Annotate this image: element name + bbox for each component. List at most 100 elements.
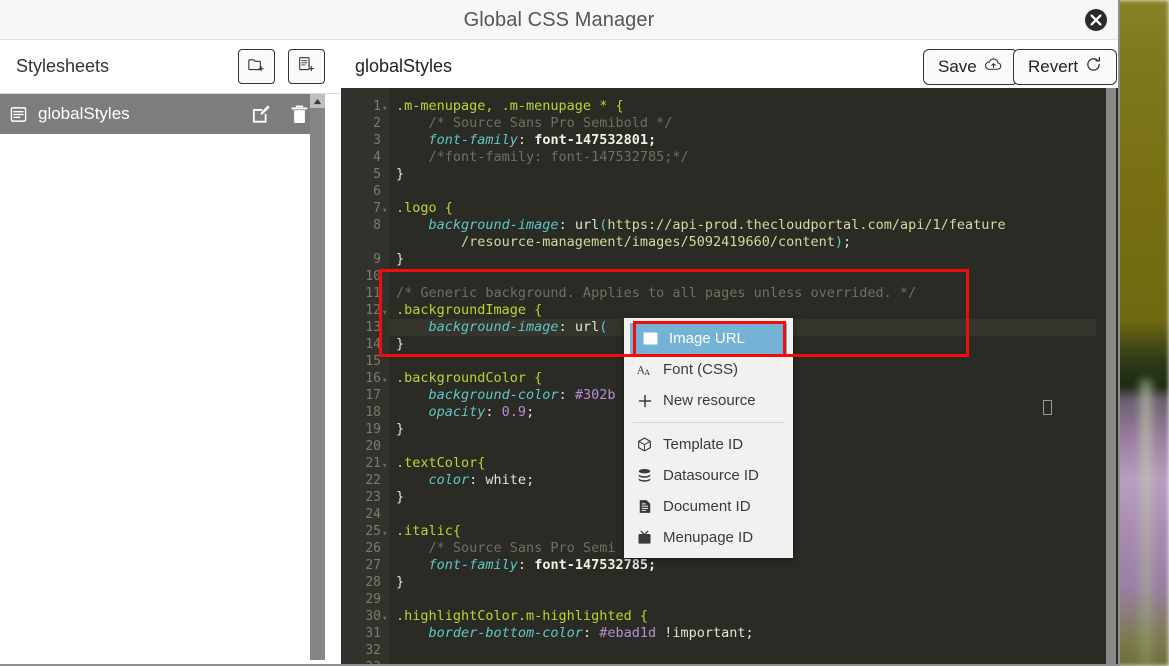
code-token: font-147532801; [534, 132, 657, 148]
sidebar-scrollbar[interactable] [310, 94, 325, 664]
code-token: .logo { [396, 200, 453, 216]
code-token: https://api-prod.thecloudportal.com/api/… [607, 217, 1006, 233]
code-token: url [574, 217, 600, 233]
code-token: : [469, 472, 486, 488]
menupage-icon [636, 530, 653, 545]
menu-item-menupage-id[interactable]: Menupage ID [624, 522, 793, 553]
image-icon [642, 332, 659, 345]
sidebar-scrollbar-thumb[interactable] [310, 94, 325, 660]
line-number: 19 [365, 422, 381, 437]
menu-item-datasource-id[interactable]: Datasource ID [624, 460, 793, 491]
code-line: /* Generic background. Applies to all pa… [396, 285, 916, 302]
line-number: 31 [365, 626, 381, 641]
menu-item-label: Font (CSS) [663, 361, 739, 378]
code-token: : [558, 319, 575, 335]
line-number: 17 [365, 388, 381, 403]
code-line: .backgroundColor { [396, 370, 542, 387]
menu-item-image-url[interactable]: Image URL [630, 323, 787, 354]
code-line: } [396, 489, 404, 506]
fold-toggle-icon[interactable]: ▾ [382, 611, 390, 628]
code-token: url [574, 319, 600, 335]
code-token: /*font-family: font-147532785;*/ [396, 149, 689, 165]
menu-item-new-resource[interactable]: New resource [624, 385, 793, 416]
resource-insert-menu[interactable]: Image URL A A Font (CSS) New resource Templat… [624, 318, 793, 558]
fold-toggle-icon[interactable]: ▾ [382, 458, 390, 475]
stylesheet-list-panel: globalStyles [0, 93, 340, 664]
trash-icon[interactable] [290, 104, 309, 125]
code-line: font-family: font-147532785; [396, 557, 657, 574]
code-line: font-family: font-147532801; [396, 132, 657, 149]
fold-toggle-icon[interactable]: ▾ [382, 203, 390, 220]
revert-button[interactable]: Revert [1013, 49, 1118, 85]
code-token: color [396, 472, 470, 488]
sidebar-item-globalstyles[interactable]: globalStyles [0, 94, 325, 134]
template-icon [636, 437, 653, 452]
code-line: background-image: url(https://api-prod.t… [396, 217, 1006, 234]
menu-item-label: Image URL [669, 330, 745, 347]
file-plus-icon [298, 56, 315, 78]
line-number: 26 [365, 541, 381, 556]
menu-item-font-css[interactable]: A A Font (CSS) [624, 354, 793, 385]
code-token: ; [526, 472, 535, 488]
code-token: .m-menupage, .m-menupage * { [396, 98, 624, 114]
code-token: : [517, 132, 535, 148]
code-token: ( [599, 319, 608, 335]
code-line: .logo { [396, 200, 453, 217]
code-token: } [396, 336, 405, 352]
code-token: !important; [664, 625, 754, 641]
new-folder-button[interactable] [238, 49, 275, 84]
code-token: .highlightColor.m-highlighted { [396, 608, 648, 624]
stylesheet-icon [10, 106, 27, 123]
text-cursor [1043, 400, 1052, 415]
folder-plus-icon [248, 56, 265, 78]
new-stylesheet-button[interactable] [288, 49, 325, 84]
fold-toggle-icon[interactable]: ▾ [382, 526, 390, 543]
menu-item-template-id[interactable]: Template ID [624, 429, 793, 460]
line-number: 12 [365, 303, 381, 318]
editor-scrollbar[interactable] [1104, 88, 1118, 664]
edit-pencil-icon[interactable] [251, 104, 272, 125]
save-button[interactable]: Save [923, 49, 1018, 85]
code-token: ; [843, 234, 852, 250]
line-number: 4 [373, 150, 381, 165]
sidebar-item-label: globalStyles [38, 104, 130, 123]
fold-toggle-icon[interactable]: ▾ [382, 373, 390, 390]
line-number: 20 [365, 439, 381, 454]
dialog-titlebar: Global CSS Manager [0, 0, 1118, 40]
code-line: } [396, 336, 404, 353]
background-photo-highlight [1140, 380, 1152, 666]
code-token: : [558, 217, 575, 233]
code-token: /* Source Sans Pro Semi [396, 540, 616, 556]
code-token: #ebad1d [599, 625, 657, 641]
code-line: .textColor{ [396, 455, 485, 472]
line-number: 18 [365, 405, 381, 420]
scroll-up-arrow-icon[interactable] [310, 94, 325, 108]
line-number: 2 [373, 116, 381, 131]
fold-toggle-icon[interactable]: ▾ [382, 101, 390, 118]
code-token: /* Source Sans Pro Semibold */ [396, 115, 673, 131]
line-number: 11 [365, 286, 381, 301]
plus-icon [636, 394, 653, 408]
line-number: 28 [365, 575, 381, 590]
line-number: 15 [365, 354, 381, 369]
code-line: .italic{ [396, 523, 461, 540]
code-token: .italic{ [396, 523, 462, 539]
code-line: background-color: #302b [396, 387, 616, 404]
code-token: background-image [396, 217, 559, 233]
refresh-icon [1085, 56, 1102, 78]
fold-toggle-icon[interactable]: ▾ [382, 305, 390, 322]
menu-separator [633, 422, 784, 423]
dialog-toolbar: Stylesheets globalStyles Save Revert [0, 40, 1118, 93]
close-icon[interactable] [1084, 8, 1108, 32]
code-token: 0.9 [501, 404, 527, 420]
code-token: } [396, 489, 405, 505]
code-token: ; [526, 404, 535, 420]
menu-item-document-id[interactable]: Document ID [624, 491, 793, 522]
line-number: 29 [365, 592, 381, 607]
code-line: color: white; [396, 472, 535, 489]
editor-scrollbar-thumb[interactable] [1106, 88, 1116, 664]
line-number: 13 [365, 320, 381, 335]
code-token: : [517, 557, 535, 573]
line-number: 3 [373, 133, 381, 148]
line-number: 1 [373, 99, 381, 114]
